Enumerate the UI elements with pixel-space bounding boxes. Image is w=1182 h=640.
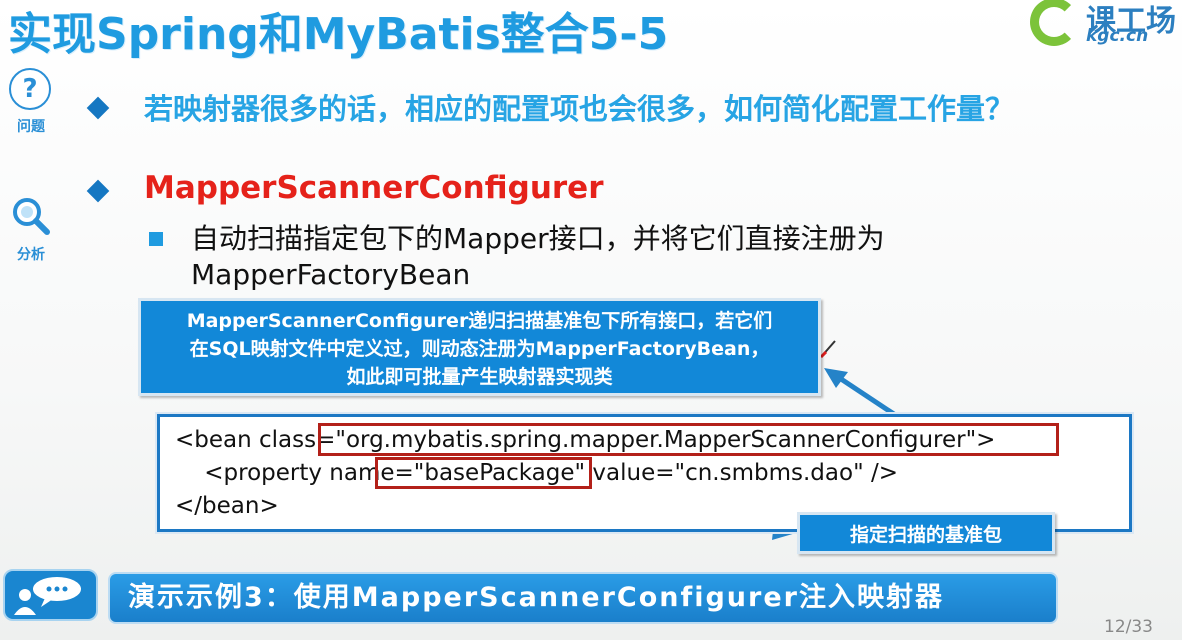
code-line-bean-close: </bean>	[175, 493, 279, 519]
page-number: 12/33	[1104, 617, 1153, 637]
people-chat-icon	[14, 577, 81, 615]
highlight-class-value	[318, 423, 1059, 456]
demo-icon	[3, 569, 98, 621]
highlight-base-package	[375, 457, 592, 489]
base-package-label: 指定扫描的基准包	[797, 512, 1055, 554]
demo-banner: 演示示例3：使用MapperScannerConfigurer注入映射器	[108, 572, 1058, 624]
